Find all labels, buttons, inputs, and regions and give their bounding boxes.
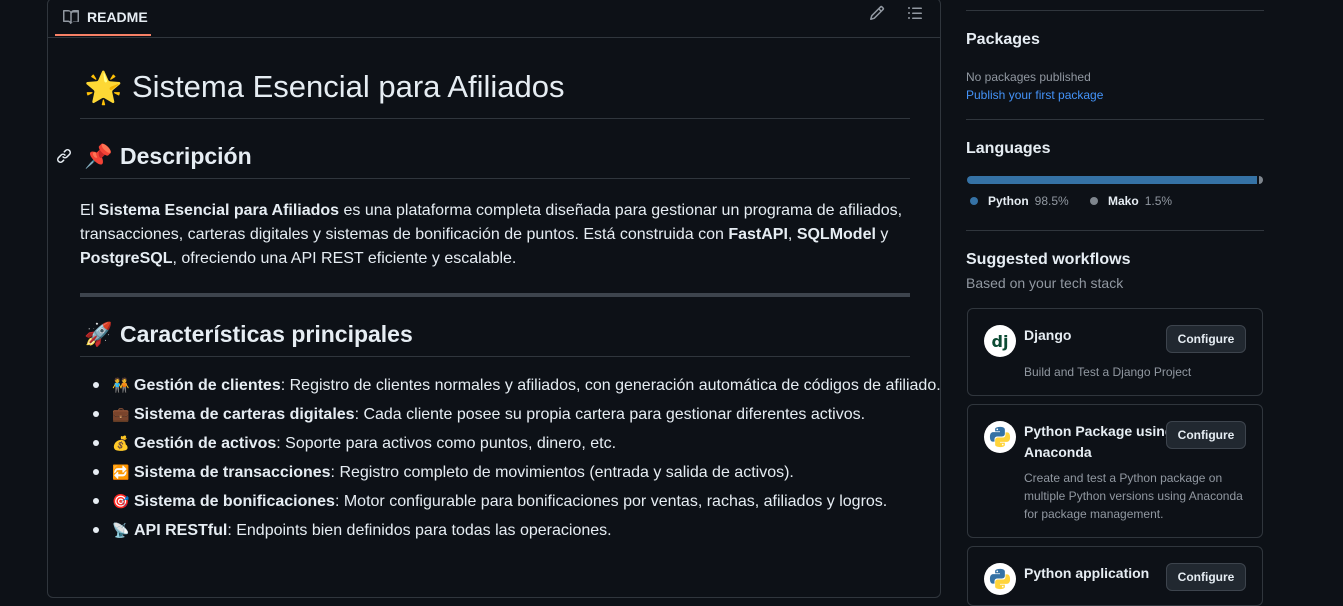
satellite-antenna-icon: 📡: [112, 522, 130, 538]
workflow-card-python-anaconda: Python Package using Anaconda Create and…: [967, 404, 1263, 538]
python-logo-icon: [984, 563, 1016, 595]
readme-panel: README 🌟 Sistema Esencial para Afiliados…: [47, 0, 941, 598]
language-mako[interactable]: Mako 1.5%: [1090, 194, 1172, 208]
sidebar-divider: [966, 230, 1264, 231]
language-name: Python: [988, 194, 1029, 208]
features-list: 🧑‍🤝‍🧑 Gestión de clientes: Registro de cl…: [80, 373, 942, 547]
repeat-icon: 🔁: [112, 464, 130, 480]
packages-heading: Packages: [966, 31, 1040, 48]
list-item: 🎯 Sistema de bonificaciones: Motor config…: [93, 489, 942, 514]
workflow-title: Python Package using Anaconda: [1024, 423, 1174, 460]
text: , ofreciendo una API REST eficiente y es…: [172, 250, 517, 267]
list-item: 💰 Gestión de activos: Soporte para activo…: [93, 431, 942, 456]
workflow-description: Build and Test a Django Project: [1024, 365, 1192, 379]
workflow-card-django: dj Django Build and Test a Django Projec…: [967, 308, 1263, 396]
mako-color-dot: [1090, 197, 1098, 205]
bold-text: Sistema de carteras digitales: [134, 406, 355, 423]
text: : Cada cliente posee su propia cartera p…: [354, 406, 866, 423]
bold-text: Sistema de transacciones: [134, 464, 331, 481]
description-paragraph: El Sistema Esencial para Afiliados es un…: [80, 199, 910, 271]
python-icon: [989, 568, 1011, 590]
section-heading-text: Características principales: [120, 321, 413, 347]
configure-button[interactable]: Configure: [1166, 325, 1246, 353]
readme-tab-label: README: [87, 8, 148, 25]
languages-heading: Languages: [966, 140, 1051, 157]
text: : Endpoints bien definidos para todas la…: [227, 522, 612, 539]
glowing-star-icon: 🌟: [84, 70, 123, 105]
bold-text: Gestión de activos: [134, 435, 277, 452]
configure-button[interactable]: Configure: [1166, 421, 1246, 449]
list-item: 📡 API RESTful: Endpoints bien definidos p…: [93, 518, 942, 543]
people-icon: 🧑‍🤝‍🧑: [112, 377, 130, 393]
book-icon: [63, 9, 79, 24]
section-heading-text: Descripción: [120, 143, 252, 169]
list-item: 💼 Sistema de carteras digitales: Cada cli…: [93, 402, 942, 427]
workflow-title: Python application: [1024, 565, 1150, 581]
text: : Registro de clientes normales y afilia…: [280, 377, 941, 394]
money-bag-icon: 💰: [112, 435, 130, 451]
readme-header: README: [48, 0, 940, 38]
text: : Motor configurable para bonificaciones…: [334, 493, 888, 510]
workflow-card-python-application: Python application Configure: [967, 546, 1263, 606]
bold-text: SQLModel: [796, 226, 876, 243]
suggested-workflows-heading: Suggested workflows: [966, 251, 1131, 268]
readme-title-text: Sistema Esencial para Afiliados: [132, 69, 565, 104]
sidebar-divider: [966, 119, 1264, 120]
bold-text: Gestión de clientes: [134, 377, 281, 394]
bold-text: PostgreSQL: [80, 250, 173, 267]
bold-text: API RESTful: [134, 522, 228, 539]
workflow-description: Create and test a Python package on mult…: [1024, 471, 1243, 521]
bold-text: Sistema Esencial para Afiliados: [98, 202, 340, 219]
text: : Registro completo de movimientos (entr…: [330, 464, 794, 481]
python-icon: [989, 426, 1011, 448]
text: ,: [787, 226, 797, 243]
django-logo-icon: dj: [984, 325, 1016, 357]
readme-tab[interactable]: README: [55, 0, 151, 36]
section-heading-caracteristicas: 🚀 Características principales: [80, 321, 910, 357]
bold-text: Sistema de bonificaciones: [134, 493, 335, 510]
section-heading-descripcion: 📌 Descripción: [56, 143, 910, 179]
packages-empty-text: No packages published: [966, 70, 1091, 84]
language-percent: 98.5%: [1034, 194, 1069, 208]
link-icon[interactable]: [56, 148, 72, 164]
rocket-icon: 🚀: [84, 321, 113, 347]
text: y: [875, 226, 889, 243]
pushpin-icon: 📌: [84, 143, 113, 169]
language-name: Mako: [1108, 194, 1139, 208]
language-percent: 1.5%: [1144, 194, 1173, 208]
publish-package-link[interactable]: Publish your first package: [966, 88, 1103, 102]
sidebar-divider: [966, 10, 1264, 11]
workflow-title: Django: [1024, 327, 1072, 343]
list-item: 🔁 Sistema de transacciones: Registro comp…: [93, 460, 942, 485]
list-item: 🧑‍🤝‍🧑 Gestión de clientes: Registro de cl…: [93, 373, 942, 398]
text: : Soporte para activos como puntos, dine…: [276, 435, 617, 452]
languages-bar: [967, 176, 1263, 184]
lang-segment-python: [967, 176, 1257, 184]
python-logo-icon: [984, 421, 1016, 453]
target-icon: 🎯: [112, 493, 130, 509]
text: El: [80, 202, 99, 219]
python-color-dot: [970, 197, 978, 205]
pencil-icon[interactable]: [869, 5, 885, 21]
language-python[interactable]: Python 98.5%: [970, 194, 1069, 208]
workflows-subheading: Based on your tech stack: [966, 275, 1124, 291]
readme-title: 🌟 Sistema Esencial para Afiliados: [80, 69, 910, 119]
configure-button[interactable]: Configure: [1166, 563, 1246, 591]
horizontal-rule: [80, 293, 910, 297]
bold-text: FastAPI: [728, 226, 788, 243]
lang-segment-mako: [1258, 176, 1263, 184]
briefcase-icon: 💼: [112, 406, 130, 422]
list-outline-icon[interactable]: [907, 5, 923, 21]
